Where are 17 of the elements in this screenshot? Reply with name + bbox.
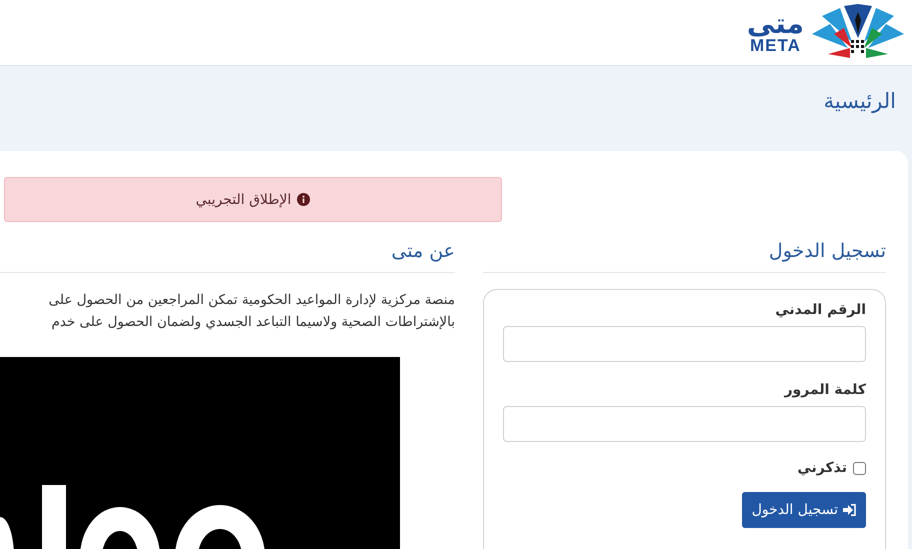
section-title: تسجيل الدخول — [768, 240, 886, 262]
logo-text: META — [750, 37, 801, 54]
breadcrumb-link[interactable]: الرئيسية — [824, 89, 896, 113]
description-text: بالإشتراطات الصحية ولاسيما التباعد الجسدي ولضمان الحصول على خدم — [51, 314, 455, 330]
field-label: الرقم المدني — [775, 302, 866, 318]
login-button[interactable]: تسجيل الدخول — [742, 492, 866, 528]
input-field[interactable] — [503, 406, 866, 442]
field-label: كلمة المرور — [784, 382, 866, 398]
description-text: منصة مركزية لإدارة المواعيد الحكومية تمكن المراجعين من الحصول على — [48, 292, 455, 308]
alert-text: الإطلاق التجريبي — [196, 192, 292, 208]
checkbox-label: تذكرني — [797, 460, 847, 476]
checkbox[interactable] — [853, 462, 866, 474]
info-icon — [297, 193, 310, 206]
section-title: عن متى — [391, 240, 455, 262]
sign-in-icon — [843, 504, 856, 516]
logo-text: متى — [746, 11, 804, 37]
input-field[interactable] — [503, 326, 866, 362]
